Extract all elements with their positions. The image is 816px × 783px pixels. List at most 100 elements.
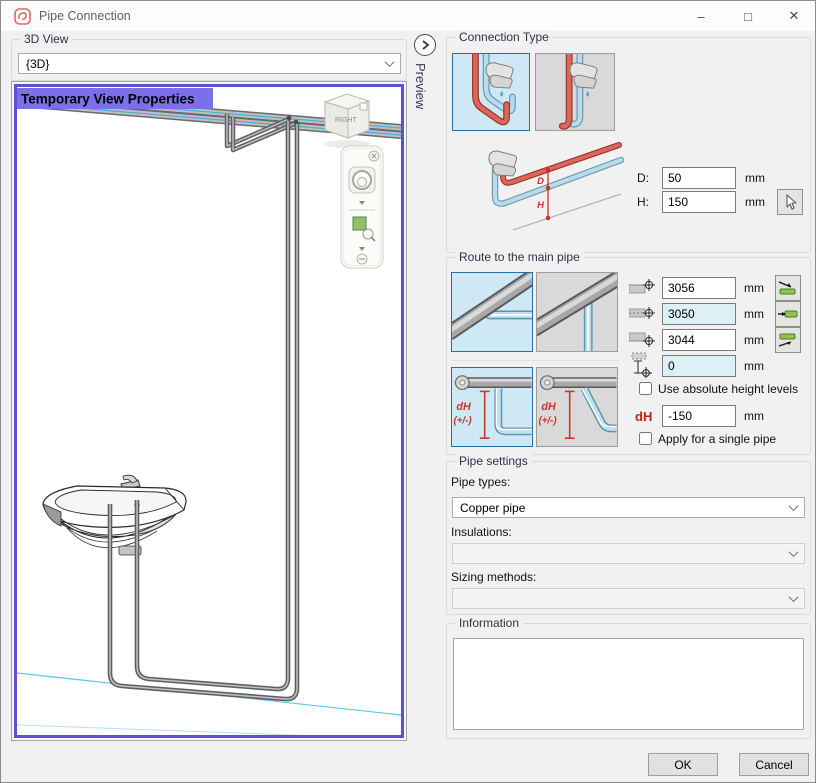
pick-point-button[interactable] (777, 189, 803, 215)
group-connection-type-title: Connection Type (455, 30, 553, 44)
insulations-select[interactable] (452, 543, 805, 564)
close-icon: ✕ (789, 8, 800, 24)
connection-type-loop-button[interactable] (452, 53, 530, 131)
dimension-lines (546, 168, 550, 220)
pipe-types-select[interactable]: Copper pipe (452, 497, 805, 518)
group-information: Information (446, 623, 811, 739)
align-top-icon (629, 276, 656, 298)
maximize-icon: □ (744, 9, 752, 24)
top-elevation-input[interactable] (662, 277, 736, 299)
cancel-button[interactable]: Cancel (739, 753, 809, 776)
use-absolute-height-checkbox[interactable] (639, 382, 652, 395)
route-angled-icon (452, 273, 532, 351)
connection-loop-icon (453, 54, 529, 130)
dim-h-label: H (537, 200, 545, 211)
steering-wheel-icon[interactable] (349, 167, 375, 193)
dh-img-label: dH (456, 401, 471, 413)
h-unit: mm (745, 195, 765, 209)
use-absolute-height-label: Use absolute height levels (658, 382, 798, 396)
navbar-collapse-icon[interactable] (357, 254, 367, 264)
connect-top-icon (778, 279, 798, 297)
cursor-pick-icon (782, 193, 798, 211)
title-bar: Pipe Connection – □ ✕ (1, 1, 815, 31)
sink (43, 475, 186, 555)
group-route-title: Route to the main pipe (455, 250, 584, 264)
align-bottom-icon (629, 328, 656, 350)
temporary-view-border: RIGHT (14, 84, 404, 738)
insulations-label: Insulations: (451, 525, 512, 539)
group-3d-view: 3D View {3D} (11, 39, 407, 81)
viewcube-label: RIGHT (335, 117, 358, 124)
connection-type-straight-button[interactable] (535, 53, 615, 131)
svg-text:dH: dH (541, 401, 556, 413)
group-3d-view-title: 3D View (20, 32, 72, 46)
dh-unit: mm (744, 409, 764, 423)
maximize-button[interactable]: □ (730, 3, 766, 29)
preview-tab[interactable]: Preview (413, 63, 428, 109)
apply-single-pipe-label: Apply for a single pipe (658, 432, 776, 446)
view-selector-value: {3D} (26, 57, 49, 71)
svg-text:(+/-): (+/-) (538, 416, 556, 427)
offset-unit: mm (744, 359, 764, 373)
chevron-right-icon (420, 39, 430, 51)
chevron-down-icon (385, 57, 395, 67)
app-icon (14, 8, 31, 25)
offset-input[interactable] (662, 355, 736, 377)
navbar-close-icon[interactable] (369, 151, 379, 161)
dh-input[interactable] (662, 405, 736, 427)
align-center-icon (629, 302, 656, 324)
bottom-elevation-unit: mm (744, 333, 764, 347)
route-angled-connect-button[interactable] (451, 272, 533, 352)
collapse-preview-button[interactable] (414, 34, 436, 56)
window-title: Pipe Connection (39, 9, 131, 23)
group-pipe-settings: Pipe settings Pipe types: Copper pipe In… (446, 461, 811, 615)
h-label: H: (637, 195, 649, 209)
route-dh-sloped-button[interactable]: dH (+/-) (536, 367, 618, 447)
banner-text: Temporary View Properties (21, 92, 195, 107)
dh-label: dH (635, 409, 652, 424)
center-elevation-unit: mm (744, 307, 764, 321)
route-dh-rightangle-button[interactable]: dH (+/-) (451, 367, 533, 447)
chevron-down-icon (789, 592, 799, 602)
d-input[interactable] (662, 167, 736, 189)
temporary-view-banner: Temporary View Properties (17, 88, 213, 109)
ok-button[interactable]: OK (648, 753, 718, 776)
pipe-connection-dialog: Pipe Connection – □ ✕ 3D View {3D} (0, 0, 816, 783)
connect-to-center-button[interactable] (775, 301, 801, 327)
preview-viewport[interactable]: RIGHT (17, 87, 401, 735)
d-unit: mm (745, 171, 765, 185)
route-vertical-icon (537, 273, 617, 351)
group-connection-type: Connection Type (446, 37, 811, 253)
center-elevation-input[interactable] (662, 303, 736, 325)
depth-offset-icon (631, 352, 655, 378)
navigation-bar[interactable] (341, 146, 383, 268)
group-route: Route to the main pipe (446, 257, 811, 455)
preview-frame: RIGHT (11, 81, 407, 741)
close-button[interactable]: ✕ (776, 3, 812, 29)
group-information-title: Information (455, 616, 523, 630)
route-vertical-connect-button[interactable] (536, 272, 618, 352)
minimize-icon: – (697, 9, 704, 24)
d-label: D: (637, 171, 649, 185)
connect-to-bottom-button[interactable] (775, 327, 801, 353)
connect-to-top-button[interactable] (775, 275, 801, 301)
viewcube[interactable]: RIGHT (324, 94, 370, 148)
group-pipe-settings-title: Pipe settings (455, 454, 532, 468)
sizing-methods-label: Sizing methods: (451, 570, 536, 584)
route-dh-sloped-icon: dH (+/-) (537, 368, 617, 446)
h-input[interactable] (662, 191, 736, 213)
information-text[interactable] (453, 638, 804, 730)
dim-d-label: D (537, 176, 544, 187)
pipe-types-value: Copper pipe (460, 501, 525, 515)
sizing-methods-select[interactable] (452, 588, 805, 609)
bottom-elevation-input[interactable] (662, 329, 736, 351)
minimize-button[interactable]: – (683, 3, 719, 29)
route-dh-rightangle-icon: dH (+/-) (452, 368, 532, 446)
connect-bottom-icon (778, 331, 798, 349)
apply-single-pipe-checkbox[interactable] (639, 432, 652, 445)
view-selector[interactable]: {3D} (18, 53, 401, 74)
connect-center-icon (778, 305, 798, 323)
chevron-down-icon (789, 501, 799, 511)
chevron-down-icon (789, 547, 799, 557)
top-elevation-unit: mm (744, 281, 764, 295)
